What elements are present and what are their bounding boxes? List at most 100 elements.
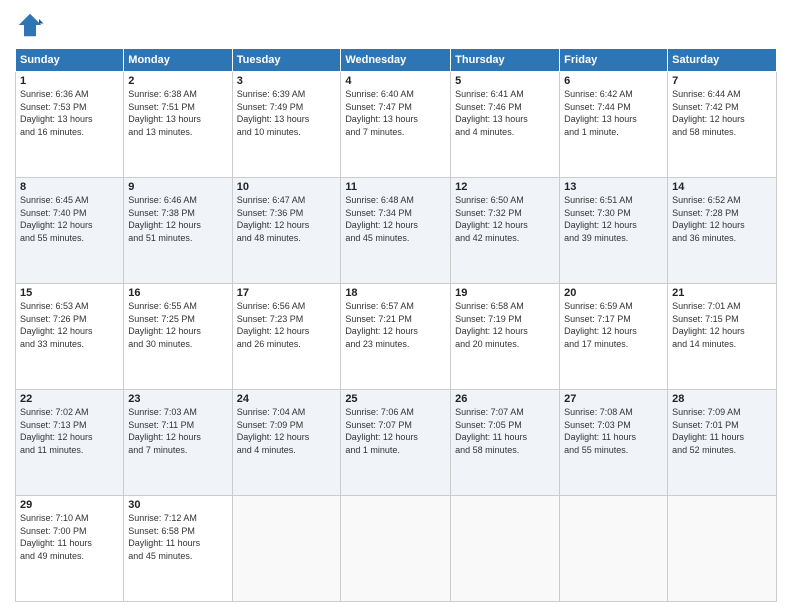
day-number: 29 xyxy=(20,499,119,511)
day-info: Sunrise: 6:59 AM Sunset: 7:17 PM Dayligh… xyxy=(564,300,663,350)
calendar-week-row: 8Sunrise: 6:45 AM Sunset: 7:40 PM Daylig… xyxy=(16,178,777,284)
day-info: Sunrise: 6:39 AM Sunset: 7:49 PM Dayligh… xyxy=(237,88,337,138)
calendar-cell: 3Sunrise: 6:39 AM Sunset: 7:49 PM Daylig… xyxy=(232,72,341,178)
calendar-cell: 15Sunrise: 6:53 AM Sunset: 7:26 PM Dayli… xyxy=(16,284,124,390)
calendar-cell: 29Sunrise: 7:10 AM Sunset: 7:00 PM Dayli… xyxy=(16,496,124,602)
day-number: 21 xyxy=(672,287,772,299)
calendar-cell: 8Sunrise: 6:45 AM Sunset: 7:40 PM Daylig… xyxy=(16,178,124,284)
calendar-cell xyxy=(341,496,451,602)
day-info: Sunrise: 6:53 AM Sunset: 7:26 PM Dayligh… xyxy=(20,300,119,350)
calendar-cell: 5Sunrise: 6:41 AM Sunset: 7:46 PM Daylig… xyxy=(451,72,560,178)
calendar-cell: 18Sunrise: 6:57 AM Sunset: 7:21 PM Dayli… xyxy=(341,284,451,390)
day-info: Sunrise: 6:38 AM Sunset: 7:51 PM Dayligh… xyxy=(128,88,227,138)
calendar-cell: 16Sunrise: 6:55 AM Sunset: 7:25 PM Dayli… xyxy=(124,284,232,390)
weekday-header-friday: Friday xyxy=(560,49,668,72)
day-info: Sunrise: 7:08 AM Sunset: 7:03 PM Dayligh… xyxy=(564,406,663,456)
calendar-cell: 7Sunrise: 6:44 AM Sunset: 7:42 PM Daylig… xyxy=(668,72,777,178)
page-header xyxy=(15,10,777,40)
day-info: Sunrise: 6:52 AM Sunset: 7:28 PM Dayligh… xyxy=(672,194,772,244)
day-number: 15 xyxy=(20,287,119,299)
calendar-week-row: 22Sunrise: 7:02 AM Sunset: 7:13 PM Dayli… xyxy=(16,390,777,496)
day-number: 2 xyxy=(128,75,227,87)
calendar-cell: 11Sunrise: 6:48 AM Sunset: 7:34 PM Dayli… xyxy=(341,178,451,284)
day-info: Sunrise: 7:09 AM Sunset: 7:01 PM Dayligh… xyxy=(672,406,772,456)
day-info: Sunrise: 6:48 AM Sunset: 7:34 PM Dayligh… xyxy=(345,194,446,244)
day-number: 16 xyxy=(128,287,227,299)
day-info: Sunrise: 6:40 AM Sunset: 7:47 PM Dayligh… xyxy=(345,88,446,138)
day-number: 27 xyxy=(564,393,663,405)
day-number: 12 xyxy=(455,181,555,193)
day-number: 3 xyxy=(237,75,337,87)
calendar-cell: 13Sunrise: 6:51 AM Sunset: 7:30 PM Dayli… xyxy=(560,178,668,284)
day-number: 6 xyxy=(564,75,663,87)
calendar-cell: 22Sunrise: 7:02 AM Sunset: 7:13 PM Dayli… xyxy=(16,390,124,496)
calendar-cell: 20Sunrise: 6:59 AM Sunset: 7:17 PM Dayli… xyxy=(560,284,668,390)
weekday-header-sunday: Sunday xyxy=(16,49,124,72)
calendar-cell xyxy=(560,496,668,602)
calendar-cell: 24Sunrise: 7:04 AM Sunset: 7:09 PM Dayli… xyxy=(232,390,341,496)
calendar-cell: 9Sunrise: 6:46 AM Sunset: 7:38 PM Daylig… xyxy=(124,178,232,284)
day-number: 13 xyxy=(564,181,663,193)
weekday-header-monday: Monday xyxy=(124,49,232,72)
day-number: 25 xyxy=(345,393,446,405)
weekday-header-row: SundayMondayTuesdayWednesdayThursdayFrid… xyxy=(16,49,777,72)
day-number: 1 xyxy=(20,75,119,87)
calendar-cell xyxy=(451,496,560,602)
day-info: Sunrise: 6:58 AM Sunset: 7:19 PM Dayligh… xyxy=(455,300,555,350)
calendar-cell: 19Sunrise: 6:58 AM Sunset: 7:19 PM Dayli… xyxy=(451,284,560,390)
day-info: Sunrise: 6:56 AM Sunset: 7:23 PM Dayligh… xyxy=(237,300,337,350)
day-number: 7 xyxy=(672,75,772,87)
day-info: Sunrise: 6:36 AM Sunset: 7:53 PM Dayligh… xyxy=(20,88,119,138)
calendar-cell xyxy=(668,496,777,602)
day-info: Sunrise: 6:51 AM Sunset: 7:30 PM Dayligh… xyxy=(564,194,663,244)
weekday-header-saturday: Saturday xyxy=(668,49,777,72)
calendar-cell: 6Sunrise: 6:42 AM Sunset: 7:44 PM Daylig… xyxy=(560,72,668,178)
calendar-cell: 12Sunrise: 6:50 AM Sunset: 7:32 PM Dayli… xyxy=(451,178,560,284)
day-number: 10 xyxy=(237,181,337,193)
day-number: 11 xyxy=(345,181,446,193)
day-number: 14 xyxy=(672,181,772,193)
calendar-table: SundayMondayTuesdayWednesdayThursdayFrid… xyxy=(15,48,777,602)
day-info: Sunrise: 7:02 AM Sunset: 7:13 PM Dayligh… xyxy=(20,406,119,456)
calendar-cell: 30Sunrise: 7:12 AM Sunset: 6:58 PM Dayli… xyxy=(124,496,232,602)
calendar-cell xyxy=(232,496,341,602)
calendar-cell: 14Sunrise: 6:52 AM Sunset: 7:28 PM Dayli… xyxy=(668,178,777,284)
calendar-cell: 2Sunrise: 6:38 AM Sunset: 7:51 PM Daylig… xyxy=(124,72,232,178)
day-info: Sunrise: 7:07 AM Sunset: 7:05 PM Dayligh… xyxy=(455,406,555,456)
calendar-cell: 10Sunrise: 6:47 AM Sunset: 7:36 PM Dayli… xyxy=(232,178,341,284)
day-number: 17 xyxy=(237,287,337,299)
calendar-cell: 25Sunrise: 7:06 AM Sunset: 7:07 PM Dayli… xyxy=(341,390,451,496)
calendar-week-row: 29Sunrise: 7:10 AM Sunset: 7:00 PM Dayli… xyxy=(16,496,777,602)
weekday-header-wednesday: Wednesday xyxy=(341,49,451,72)
weekday-header-thursday: Thursday xyxy=(451,49,560,72)
day-number: 20 xyxy=(564,287,663,299)
day-number: 23 xyxy=(128,393,227,405)
day-info: Sunrise: 7:12 AM Sunset: 6:58 PM Dayligh… xyxy=(128,512,227,562)
day-info: Sunrise: 6:44 AM Sunset: 7:42 PM Dayligh… xyxy=(672,88,772,138)
day-number: 30 xyxy=(128,499,227,511)
day-info: Sunrise: 6:42 AM Sunset: 7:44 PM Dayligh… xyxy=(564,88,663,138)
logo xyxy=(15,10,49,40)
day-number: 28 xyxy=(672,393,772,405)
day-number: 5 xyxy=(455,75,555,87)
calendar-cell: 23Sunrise: 7:03 AM Sunset: 7:11 PM Dayli… xyxy=(124,390,232,496)
day-number: 4 xyxy=(345,75,446,87)
calendar-week-row: 1Sunrise: 6:36 AM Sunset: 7:53 PM Daylig… xyxy=(16,72,777,178)
day-info: Sunrise: 7:10 AM Sunset: 7:00 PM Dayligh… xyxy=(20,512,119,562)
calendar-week-row: 15Sunrise: 6:53 AM Sunset: 7:26 PM Dayli… xyxy=(16,284,777,390)
calendar-cell: 26Sunrise: 7:07 AM Sunset: 7:05 PM Dayli… xyxy=(451,390,560,496)
day-info: Sunrise: 6:50 AM Sunset: 7:32 PM Dayligh… xyxy=(455,194,555,244)
day-info: Sunrise: 6:55 AM Sunset: 7:25 PM Dayligh… xyxy=(128,300,227,350)
day-info: Sunrise: 7:01 AM Sunset: 7:15 PM Dayligh… xyxy=(672,300,772,350)
day-info: Sunrise: 7:04 AM Sunset: 7:09 PM Dayligh… xyxy=(237,406,337,456)
day-info: Sunrise: 6:41 AM Sunset: 7:46 PM Dayligh… xyxy=(455,88,555,138)
calendar-cell: 4Sunrise: 6:40 AM Sunset: 7:47 PM Daylig… xyxy=(341,72,451,178)
logo-icon xyxy=(15,10,45,40)
weekday-header-tuesday: Tuesday xyxy=(232,49,341,72)
day-info: Sunrise: 6:57 AM Sunset: 7:21 PM Dayligh… xyxy=(345,300,446,350)
calendar-cell: 1Sunrise: 6:36 AM Sunset: 7:53 PM Daylig… xyxy=(16,72,124,178)
day-number: 8 xyxy=(20,181,119,193)
calendar-cell: 17Sunrise: 6:56 AM Sunset: 7:23 PM Dayli… xyxy=(232,284,341,390)
day-number: 22 xyxy=(20,393,119,405)
day-info: Sunrise: 6:46 AM Sunset: 7:38 PM Dayligh… xyxy=(128,194,227,244)
